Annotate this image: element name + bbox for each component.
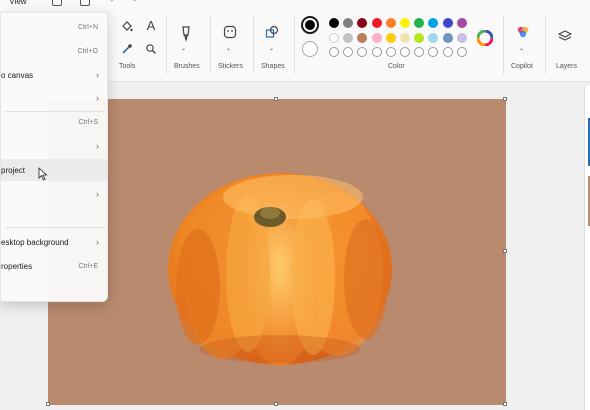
color-swatch[interactable] xyxy=(343,18,354,28)
resize-handle[interactable] xyxy=(46,402,50,406)
shapes-group-label: Shapes xyxy=(261,63,285,70)
chevron-down-icon[interactable]: ⌄ xyxy=(181,45,186,52)
shortcut-label: Ctrl+E xyxy=(78,262,98,270)
color-swatch[interactable] xyxy=(414,33,425,43)
color-swatch[interactable] xyxy=(400,18,410,28)
color-swatch[interactable] xyxy=(329,18,339,28)
color-swatch[interactable] xyxy=(343,33,354,43)
menu-item-save-as-project[interactable]: project xyxy=(1,159,107,181)
brush-icon[interactable] xyxy=(178,24,194,46)
color-swatch[interactable] xyxy=(428,33,439,43)
primary-color-button[interactable] xyxy=(301,16,319,34)
primary-color-swatch xyxy=(305,20,315,30)
layers-icon[interactable] xyxy=(557,28,573,44)
save-icon[interactable] xyxy=(52,0,62,6)
resize-handle[interactable] xyxy=(503,402,507,406)
color-swatch[interactable] xyxy=(385,33,396,43)
fill-bucket-icon[interactable] xyxy=(120,20,134,34)
sticker-icon[interactable] xyxy=(222,24,238,40)
menu-item-save-as[interactable]: › xyxy=(1,135,107,157)
color-swatch[interactable] xyxy=(357,33,368,43)
custom-color-slot[interactable] xyxy=(357,47,368,57)
tools-group-label: Tools xyxy=(119,63,136,70)
chevron-down-icon[interactable]: ⌄ xyxy=(226,45,231,52)
chevron-right-icon: › xyxy=(96,70,99,80)
redo-icon[interactable]: ↷ xyxy=(130,0,137,5)
color-swatch[interactable] xyxy=(400,33,410,43)
shapes-icon[interactable] xyxy=(264,24,280,40)
menu-item-set-as-desktop-background[interactable]: esktop background › xyxy=(1,231,107,253)
custom-color-slot[interactable] xyxy=(414,47,425,57)
divider xyxy=(210,16,211,74)
custom-color-slot[interactable] xyxy=(371,47,382,57)
undo-icon[interactable]: ↶ xyxy=(110,0,117,5)
menu-divider xyxy=(5,227,105,228)
custom-color-slot[interactable] xyxy=(428,47,439,57)
shortcut-label: Ctrl+O xyxy=(77,47,98,55)
color-swatch[interactable] xyxy=(371,18,382,28)
layers-group-label: Layers xyxy=(556,63,578,70)
chevron-right-icon: › xyxy=(96,93,99,103)
color-wheel-icon[interactable] xyxy=(477,30,493,46)
menu-item-open[interactable]: Ctrl+O xyxy=(1,40,107,62)
menu-bar: View ↶ ↷ xyxy=(0,0,590,12)
chevron-right-icon: › xyxy=(96,189,99,199)
color-swatch[interactable] xyxy=(442,33,453,43)
divider xyxy=(166,16,167,74)
copilot-group-label: Copilot xyxy=(511,63,533,70)
brushes-group-label: Brushes xyxy=(174,63,200,70)
menu-item-recent[interactable]: › xyxy=(1,87,107,109)
resize-handle[interactable] xyxy=(503,249,507,253)
custom-color-slot[interactable] xyxy=(400,47,410,57)
color-swatch[interactable] xyxy=(371,33,382,43)
color-swatch[interactable] xyxy=(385,18,396,28)
file-menu: Ctrl+N Ctrl+O o canvas › › Ctrl+S › proj… xyxy=(0,12,108,302)
color-swatch[interactable] xyxy=(428,18,439,28)
color-group-label: Color xyxy=(388,63,405,70)
magnifier-icon[interactable] xyxy=(144,42,158,56)
color-swatch[interactable] xyxy=(456,33,467,43)
resize-handle[interactable] xyxy=(274,402,278,406)
color-swatch[interactable] xyxy=(456,18,467,28)
chevron-down-icon[interactable]: ⌄ xyxy=(269,45,274,52)
custom-color-slot[interactable] xyxy=(385,47,396,57)
shortcut-label: Ctrl+N xyxy=(77,23,98,31)
stickers-group-label: Stickers xyxy=(218,63,243,70)
drawing-canvas[interactable] xyxy=(48,99,506,405)
color-swatch[interactable] xyxy=(414,18,425,28)
divider xyxy=(545,16,546,74)
shortcut-label: Ctrl+S xyxy=(78,118,98,126)
color-swatch[interactable] xyxy=(357,18,368,28)
custom-color-slot[interactable] xyxy=(329,47,339,57)
view-menu-button[interactable]: View xyxy=(0,0,36,8)
menu-item-image-properties[interactable]: roperties Ctrl+E xyxy=(1,255,107,277)
copilot-icon[interactable] xyxy=(515,24,531,40)
menu-item-new[interactable]: Ctrl+N xyxy=(1,16,107,38)
resize-handle[interactable] xyxy=(503,97,507,101)
custom-color-slot[interactable] xyxy=(442,47,453,57)
color-swatch[interactable] xyxy=(329,33,339,43)
menu-item-import-to-canvas[interactable]: o canvas › xyxy=(1,64,107,86)
mouse-pointer-icon xyxy=(38,167,48,181)
resize-handle[interactable] xyxy=(274,97,278,101)
divider xyxy=(253,16,254,74)
share-icon[interactable] xyxy=(80,0,90,6)
menu-item-print[interactable]: › xyxy=(1,183,107,205)
secondary-color-button[interactable] xyxy=(302,41,318,57)
color-swatch[interactable] xyxy=(442,18,453,28)
color-picker-icon[interactable] xyxy=(120,42,134,56)
text-tool-icon[interactable]: A xyxy=(144,18,158,33)
custom-color-slot[interactable] xyxy=(343,47,354,57)
divider xyxy=(503,16,504,74)
custom-color-slot[interactable] xyxy=(456,47,467,57)
pumpkin-image xyxy=(168,173,392,366)
chevron-right-icon: › xyxy=(96,141,99,151)
menu-item-save[interactable]: Ctrl+S xyxy=(1,111,107,133)
chevron-right-icon: › xyxy=(96,237,99,247)
chevron-down-icon[interactable]: ⌄ xyxy=(519,45,524,52)
divider xyxy=(294,16,295,74)
